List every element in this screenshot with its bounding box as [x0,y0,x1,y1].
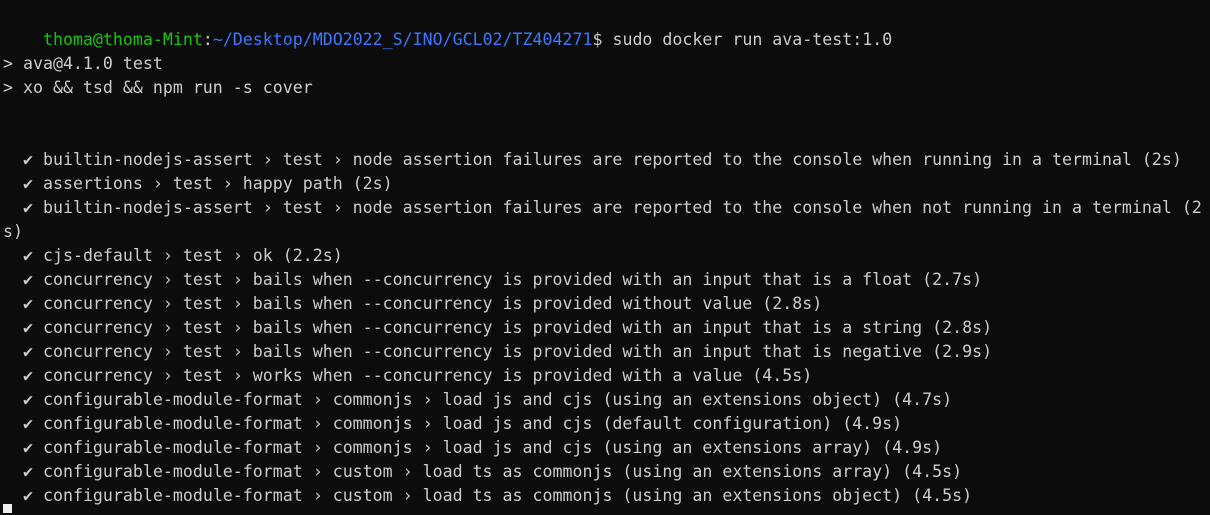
prompt-separator: : [202,30,213,49]
test-result-text: concurrency › test › bails when --concur… [42,270,983,289]
shell-prompt-line: thoma@thoma-Mint:~/Desktop/MDO2022_S/INO… [3,4,892,49]
check-icon: ✔ [22,414,33,433]
test-result-line: ✔ concurrency › test › works when --concu… [3,364,812,388]
test-result-line: ✔ configurable-module-format › commonjs ›… [3,412,902,436]
test-result-line: ✔ assertions › test › happy path (2s) [3,172,393,196]
test-result-text: configurable-module-format › commonjs › … [42,390,953,409]
test-result-text: concurrency › test › bails when --concur… [42,318,993,337]
test-result-line: ✔ concurrency › test › bails when --concu… [3,268,982,292]
check-icon: ✔ [22,198,33,217]
test-result-text: concurrency › test › bails when --concur… [42,342,993,361]
test-result-text: builtin-nodejs-assert › test › node asse… [42,150,1182,169]
test-result-text: concurrency › test › works when --concur… [42,366,813,385]
check-icon: ✔ [22,294,33,313]
test-result-text: concurrency › test › bails when --concur… [42,294,823,313]
check-icon: ✔ [22,438,33,457]
test-result-text: builtin-nodejs-assert › test › node asse… [42,198,1202,217]
check-icon: ✔ [22,318,33,337]
wrapped-continuation: s) [3,222,23,241]
prompt-symbol: $ [592,30,603,49]
check-icon: ✔ [22,342,33,361]
check-icon: ✔ [22,270,33,289]
check-icon: ✔ [22,174,33,193]
check-icon: ✔ [22,366,33,385]
test-result-line: ✔ concurrency › test › bails when --concu… [3,316,992,340]
terminal-window[interactable]: thoma@thoma-Mint:~/Desktop/MDO2022_S/INO… [0,0,1210,515]
test-result-line: ✔ configurable-module-format › commonjs ›… [3,388,952,412]
check-icon: ✔ [22,246,33,265]
test-result-text: configurable-module-format › custom › lo… [42,486,973,505]
prompt-command: sudo docker run ava-test:1.0 [602,30,893,49]
test-result-line: ✔ configurable-module-format › commonjs ›… [3,436,942,460]
check-icon: ✔ [22,150,33,169]
check-icon: ✔ [22,390,33,409]
check-icon: ✔ [22,462,33,481]
prompt-user-host: thoma@thoma-Mint [42,30,203,49]
test-result-text: configurable-module-format › commonjs › … [42,438,943,457]
test-result-line: ✔ cjs-default › test › ok (2.2s) [3,244,343,268]
test-result-line: ✔ builtin-nodejs-assert › test › node ass… [3,196,1202,220]
test-result-text: cjs-default › test › ok (2.2s) [42,246,343,265]
test-result-text: assertions › test › happy path (2s) [42,174,393,193]
terminal-cursor [3,504,12,513]
test-result-line: ✔ configurable-module-format › custom › l… [3,484,972,508]
check-icon: ✔ [22,486,33,505]
prompt-path: ~/Desktop/MDO2022_S/INO/GCL02/TZ404271 [212,30,593,49]
npm-header-line: > ava@4.1.0 test [3,54,163,73]
test-result-line: ✔ builtin-nodejs-assert › test › node ass… [3,148,1182,172]
test-result-text: configurable-module-format › custom › lo… [42,462,963,481]
test-result-line: ✔ concurrency › test › bails when --concu… [3,292,822,316]
test-result-line: ✔ concurrency › test › bails when --concu… [3,340,992,364]
npm-header-line: > xo && tsd && npm run -s cover [3,78,313,97]
test-result-text: configurable-module-format › commonjs › … [42,414,903,433]
test-result-line: ✔ configurable-module-format › custom › l… [3,460,962,484]
